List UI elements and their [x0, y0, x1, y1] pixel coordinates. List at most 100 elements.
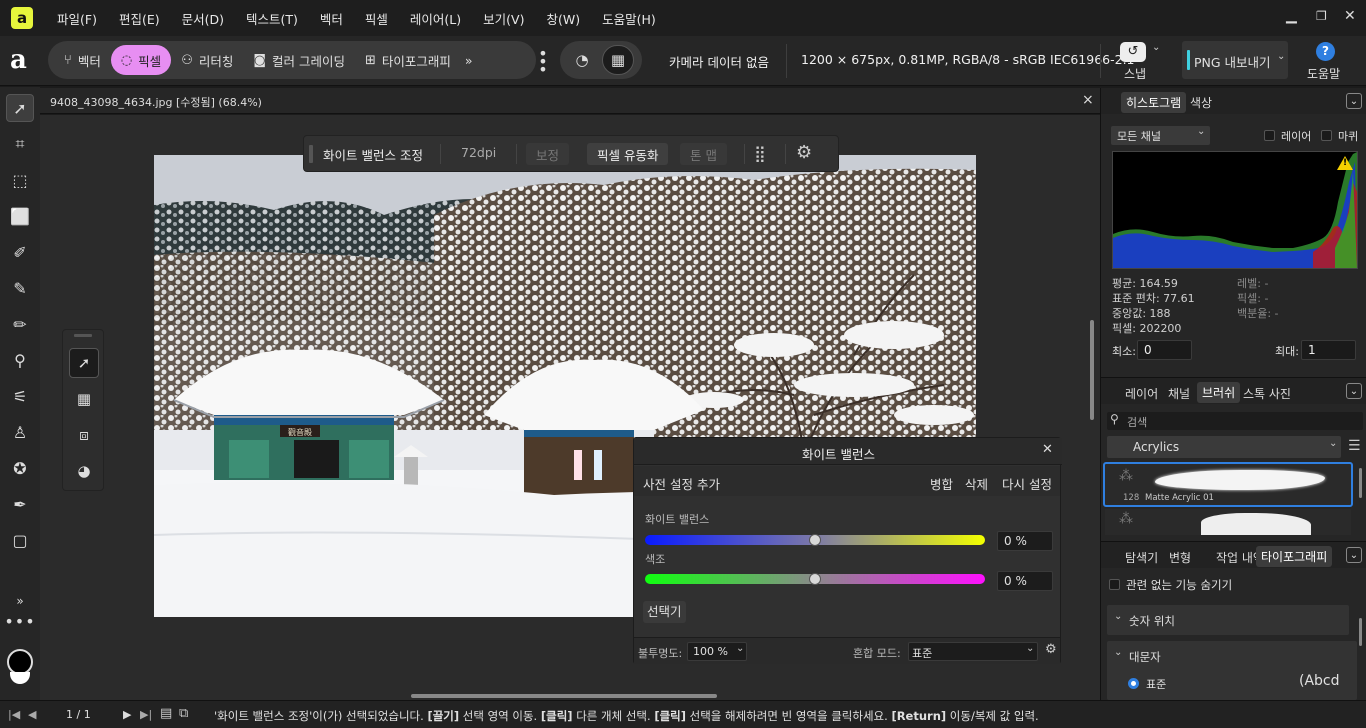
dialog-title-bar[interactable]: 화이트 밸런스 ✕	[634, 438, 1062, 465]
tab-histogram[interactable]: 히스토그램	[1121, 92, 1187, 113]
tint-slider-knob[interactable]	[809, 573, 821, 585]
more-options-icon[interactable]: • • •	[538, 46, 548, 78]
opacity-field[interactable]: 100 % ⌄	[687, 642, 747, 661]
menu-edit[interactable]: 편집(E)	[119, 9, 160, 28]
min-field[interactable]: 0	[1137, 340, 1192, 360]
horizontal-scrollbar[interactable]	[411, 694, 717, 698]
drag-handle[interactable]	[309, 145, 313, 163]
section-capitals[interactable]: ⌄ 대문자 표준 (Abcd	[1107, 641, 1357, 700]
brush-search-field[interactable]: ⚲ 검색	[1107, 412, 1363, 430]
tab-channels[interactable]: 채널	[1163, 383, 1195, 404]
selection-brush-icon[interactable]: ⬚	[6, 166, 34, 194]
spread-view-icon[interactable]: ⧉	[179, 706, 188, 721]
dialog-close-icon[interactable]: ✕	[1042, 442, 1053, 457]
shape-tool-icon[interactable]: ▢	[6, 526, 34, 554]
smudge-tool-icon[interactable]: ⚟	[6, 382, 34, 410]
tint-value-field[interactable]: 0 %	[997, 571, 1053, 591]
tab-transform[interactable]: 변형	[1164, 547, 1196, 568]
document-tab[interactable]: 9408_43098_4634.jpg [수정됨] (68.4%) ×	[40, 88, 1100, 114]
persona-color-grading[interactable]: ◙ 컬러 그레이딩	[243, 45, 355, 75]
grid-toggle-icon[interactable]: ⣿	[754, 144, 766, 163]
add-preset-button[interactable]: 사전 설정 추가	[643, 474, 720, 493]
overlay-mode-icon[interactable]: ◔	[566, 45, 598, 75]
more-tools-icon[interactable]: •••	[4, 607, 34, 635]
wb-slider-knob[interactable]	[809, 534, 821, 546]
menu-document[interactable]: 문서(D)	[182, 9, 224, 28]
brush-item-selected[interactable]: ⁂ 128 Matte Acrylic 01	[1103, 462, 1353, 507]
settings-gear-icon[interactable]: ⚙	[796, 142, 812, 163]
vertical-scrollbar[interactable]	[1090, 320, 1094, 420]
next-page-icon[interactable]: ▶	[123, 708, 131, 721]
tab-color[interactable]: 색상	[1185, 92, 1217, 113]
drag-handle[interactable]	[74, 334, 92, 337]
menu-window[interactable]: 창(W)	[546, 9, 580, 28]
persona-pixel[interactable]: ◌ 픽셀	[110, 45, 172, 75]
clone-tool-icon[interactable]: ♙	[6, 418, 34, 446]
perspective-grid-icon[interactable]: ⧈	[69, 420, 99, 450]
menu-view[interactable]: 보기(V)	[483, 9, 524, 28]
chevron-down-icon[interactable]: ⌄	[1346, 93, 1362, 109]
brush-list-scrollbar[interactable]	[1359, 468, 1362, 498]
paint-brush-icon[interactable]: ✎	[6, 274, 34, 302]
merge-button[interactable]: 병합	[930, 474, 953, 493]
brush-menu-icon[interactable]: ☰	[1348, 438, 1361, 454]
export-button[interactable]: PNG 내보내기 ⌄	[1182, 41, 1288, 79]
pixel-flow-button[interactable]: 픽셀 유동화	[587, 143, 669, 165]
snap-button[interactable]: ↺ ⌄ 스냅	[1112, 40, 1162, 82]
correct-button[interactable]: 보정	[526, 143, 570, 165]
channel-select[interactable]: 모든 채널 ⌄	[1111, 126, 1210, 145]
menu-layer[interactable]: 레이어(L)	[410, 9, 461, 28]
menu-file[interactable]: 파일(F)	[57, 9, 97, 28]
persona-more-button[interactable]: »	[461, 45, 477, 75]
marquee-tool-icon[interactable]: ⬜	[6, 202, 34, 230]
flood-select-icon[interactable]: ✐	[6, 238, 34, 266]
move-tool-icon[interactable]: ➚	[6, 94, 34, 122]
tab-typography[interactable]: 타이포그래피	[1256, 546, 1333, 567]
crop-tool-icon[interactable]: ⌗	[6, 130, 34, 158]
app-logo-icon[interactable]: a	[11, 7, 33, 29]
brush-item[interactable]: ⁂	[1105, 509, 1351, 535]
healing-tool-icon[interactable]: ✪	[6, 454, 34, 482]
tab-stock[interactable]: 스톡 사진	[1238, 383, 1296, 404]
help-button[interactable]: ? 도움말	[1306, 40, 1346, 82]
settings-gear-icon[interactable]: ⚙	[1045, 642, 1057, 657]
typography-scrollbar[interactable]	[1359, 618, 1362, 646]
menu-help[interactable]: 도움말(H)	[602, 9, 656, 28]
minimize-icon[interactable]: ▁	[1286, 8, 1297, 24]
page-view-icon[interactable]: ▤	[160, 706, 172, 721]
menu-text[interactable]: 텍스트(T)	[246, 9, 298, 28]
restore-icon[interactable]: ❐	[1316, 9, 1327, 23]
menu-pixel[interactable]: 픽셀	[365, 9, 388, 28]
document-close-icon[interactable]: ×	[1082, 92, 1094, 108]
select-pointer-icon[interactable]: ➚	[69, 348, 99, 378]
hide-irrelevant-checkbox[interactable]	[1109, 579, 1120, 590]
picker-button[interactable]: 선택기	[643, 601, 686, 623]
brush-category-select[interactable]: Acrylics ⌄	[1107, 436, 1341, 458]
max-field[interactable]: 1	[1301, 340, 1356, 360]
layer-checkbox[interactable]	[1264, 130, 1275, 141]
dodge-tool-icon[interactable]: ⚲	[6, 346, 34, 374]
persona-typography[interactable]: ⊞ 타이포그래피	[355, 45, 461, 75]
delete-button[interactable]: 삭제	[965, 474, 988, 493]
secondary-color-swatch[interactable]	[10, 672, 30, 684]
reset-button[interactable]: 다시 설정	[1002, 474, 1052, 493]
persona-vector[interactable]: ⑂ 벡터	[54, 45, 111, 75]
marquee-checkbox[interactable]	[1321, 130, 1332, 141]
chevron-down-icon[interactable]: ⌄	[1346, 383, 1362, 399]
persona-retouch[interactable]: ⚇ 리터칭	[171, 45, 243, 75]
tone-map-button[interactable]: 톤 맵	[680, 143, 727, 165]
erase-brush-icon[interactable]: ✏	[6, 310, 34, 338]
first-page-icon[interactable]: |◀	[8, 708, 20, 721]
tab-brushes[interactable]: 브러쉬	[1197, 382, 1241, 403]
section-number-position[interactable]: ⌄ 숫자 위치	[1107, 605, 1349, 635]
mesh-grid-icon[interactable]: ▦	[69, 384, 99, 414]
tab-navigator[interactable]: 탐색기	[1120, 547, 1163, 568]
menu-vector[interactable]: 벡터	[320, 9, 343, 28]
tab-layers[interactable]: 레이어	[1120, 383, 1163, 404]
grid-mode-icon[interactable]: ▦	[602, 45, 634, 75]
prev-page-icon[interactable]: ◀	[28, 708, 36, 721]
chevron-down-icon[interactable]: ⌄	[1346, 547, 1362, 563]
pen-tool-icon[interactable]: ✒	[6, 490, 34, 518]
last-page-icon[interactable]: ▶|	[140, 708, 152, 721]
wb-value-field[interactable]: 0 %	[997, 531, 1053, 551]
